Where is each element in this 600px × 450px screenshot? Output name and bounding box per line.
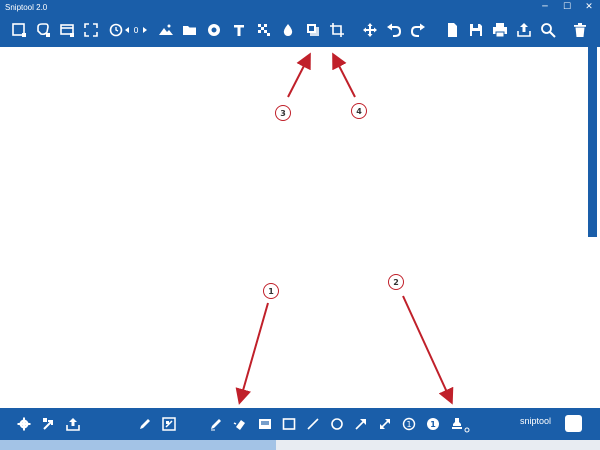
share-icon[interactable] [516, 22, 532, 38]
close-button[interactable]: ✕ [578, 0, 600, 14]
ellipse-icon[interactable] [330, 417, 344, 431]
line-icon[interactable] [306, 417, 320, 431]
minimize-button[interactable]: ─ [534, 0, 556, 14]
brand-label: sniptool [520, 416, 552, 426]
camera-icon[interactable] [206, 22, 222, 38]
callout-4: 4 [351, 103, 367, 119]
timer-value: 0 [133, 26, 138, 35]
crop-icon[interactable] [256, 22, 272, 38]
status-progress [0, 440, 276, 450]
double-arrow-icon[interactable] [378, 417, 392, 431]
shadow-icon[interactable] [305, 22, 321, 38]
drop-icon[interactable] [280, 22, 296, 38]
rect-select-icon[interactable] [11, 22, 27, 38]
app-window: Sniptool 2.0 ─ ☐ ✕ 0 3 4 1 2 1 1 sniptoo… [0, 0, 600, 450]
highlighter-icon[interactable] [233, 417, 247, 431]
timer-icon[interactable] [108, 22, 124, 38]
svg-text:1: 1 [430, 420, 436, 429]
callout-2: 2 [388, 274, 404, 290]
save-icon[interactable] [468, 22, 484, 38]
scrollbar-thumb[interactable] [588, 47, 597, 237]
top-toolbar: 0 [0, 14, 600, 47]
pen-icon[interactable] [138, 417, 152, 431]
callout-3: 3 [275, 105, 291, 121]
pencil-icon[interactable] [209, 417, 223, 431]
callout-1: 1 [263, 283, 279, 299]
title-bar: Sniptool 2.0 ─ ☐ ✕ [0, 0, 600, 14]
text-icon[interactable] [232, 22, 248, 38]
stamp-settings-icon[interactable] [464, 427, 470, 433]
search-icon[interactable] [540, 22, 556, 38]
freeform-select-icon[interactable] [35, 22, 51, 38]
timer-value-icon[interactable]: 0 [124, 22, 148, 38]
folder-icon[interactable] [182, 22, 198, 38]
redo-icon[interactable] [410, 22, 426, 38]
fullscreen-select-icon[interactable] [83, 22, 99, 38]
rectangle-icon[interactable] [282, 417, 296, 431]
move-icon[interactable] [362, 22, 378, 38]
capture-canvas[interactable] [0, 47, 600, 408]
blur-icon[interactable] [258, 417, 272, 431]
step-number-icon[interactable]: 1 [402, 417, 416, 431]
color-swatch[interactable] [565, 415, 582, 432]
delete-icon[interactable] [572, 22, 588, 38]
window-title: Sniptool 2.0 [5, 2, 48, 12]
settings-icon[interactable] [17, 417, 31, 431]
image-icon[interactable] [158, 22, 174, 38]
window-controls: ─ ☐ ✕ [534, 0, 600, 14]
export-icon[interactable] [42, 417, 56, 431]
crop-tool-icon[interactable] [162, 417, 176, 431]
arrow-icon[interactable] [354, 417, 368, 431]
window-select-icon[interactable] [59, 22, 75, 38]
copy-icon[interactable] [444, 22, 460, 38]
border-icon[interactable] [329, 22, 345, 38]
maximize-button[interactable]: ☐ [556, 0, 578, 14]
bottom-toolbar: 1 1 [0, 408, 600, 440]
upload-icon[interactable] [66, 417, 80, 431]
svg-text:1: 1 [406, 420, 411, 429]
print-icon[interactable] [492, 22, 508, 38]
step-filled-icon[interactable]: 1 [426, 417, 440, 431]
undo-icon[interactable] [386, 22, 402, 38]
stamp-icon[interactable] [450, 417, 464, 431]
